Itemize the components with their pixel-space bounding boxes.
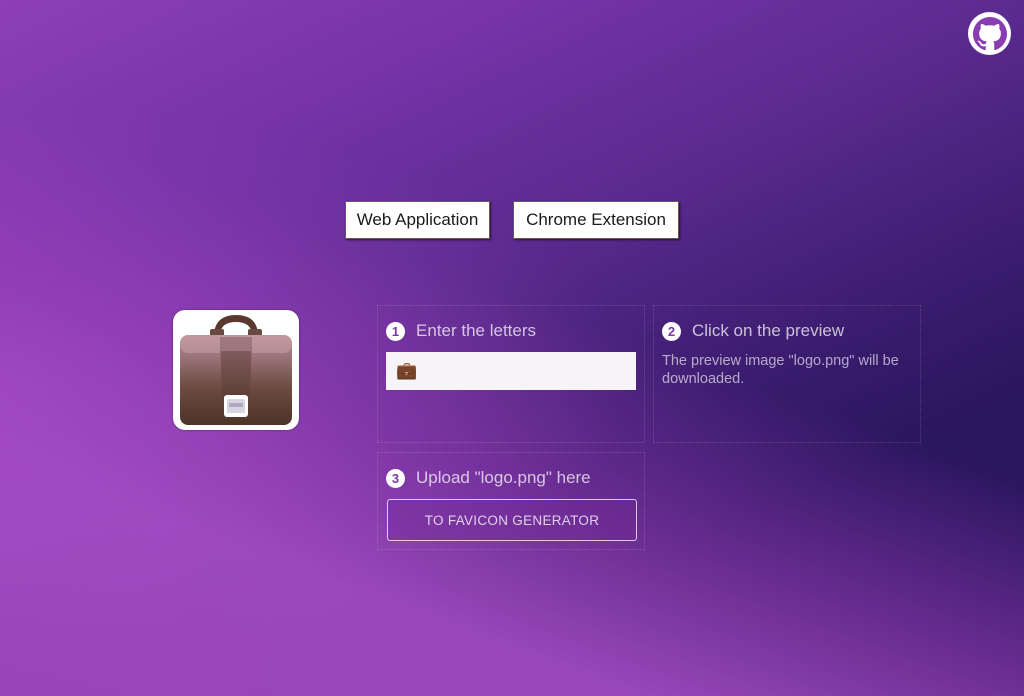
briefcase-icon — [180, 315, 292, 425]
chrome-extension-button[interactable]: Chrome Extension — [513, 201, 679, 239]
step-2-panel: 2 Click on the preview The preview image… — [653, 305, 921, 443]
web-application-button[interactable]: Web Application — [345, 201, 490, 239]
step-1-number: 1 — [386, 321, 405, 341]
step-2-description: The preview image "logo.png" will be dow… — [662, 353, 899, 387]
step-1-title: Enter the letters — [416, 321, 537, 340]
favicon-generator-button[interactable]: TO FAVICON GENERATOR — [387, 499, 637, 541]
step-1-header: 1 Enter the letters — [386, 321, 536, 341]
step-2-number: 2 — [662, 321, 681, 341]
logo-preview[interactable] — [173, 310, 299, 430]
step-3-panel: 3 Upload "logo.png" here TO FAVICON GENE… — [377, 452, 645, 550]
letters-input[interactable]: 💼 — [386, 352, 636, 390]
github-icon — [972, 16, 1007, 50]
step-2-header: 2 Click on the preview — [662, 321, 844, 341]
step-2-title: Click on the preview — [692, 321, 845, 340]
github-link[interactable] — [968, 12, 1011, 55]
step-3-number: 3 — [386, 468, 405, 488]
step-3-title: Upload "logo.png" here — [416, 468, 591, 487]
step-1-panel: 1 Enter the letters 💼 — [377, 305, 645, 443]
step-3-header: 3 Upload "logo.png" here — [386, 468, 591, 488]
